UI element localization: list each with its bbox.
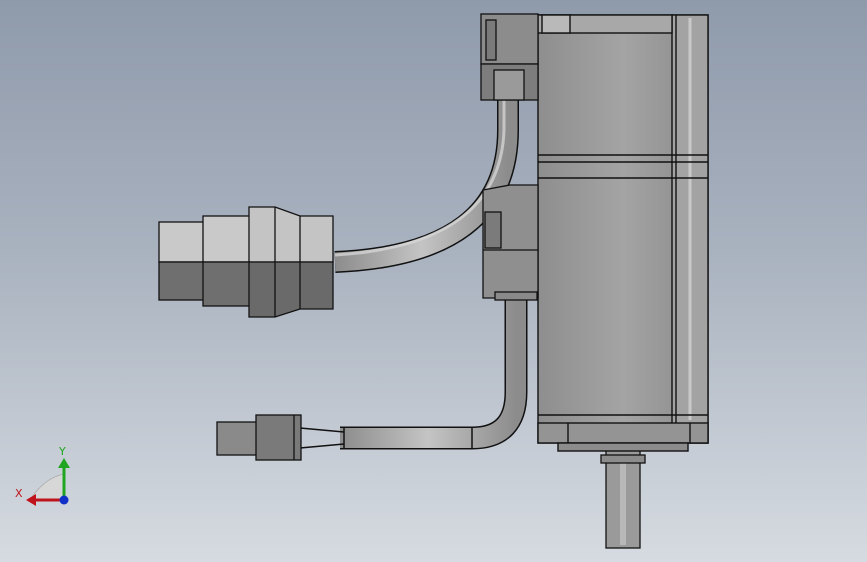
- motor-shaft: [600, 444, 646, 549]
- z-axis-dot: [59, 495, 69, 505]
- encoder-connector-plug: [216, 414, 302, 461]
- servo-motor-model[interactable]: Y X: [0, 0, 867, 562]
- y-axis-arrowhead: [58, 458, 70, 468]
- y-axis-label: Y: [58, 445, 66, 458]
- x-axis-label: X: [15, 487, 23, 500]
- power-connector-plug: [158, 206, 334, 318]
- top-connector-housing: [480, 13, 539, 101]
- x-axis-arrowhead: [26, 494, 36, 506]
- encoder-cable: [299, 296, 528, 450]
- axis-triad: Y X: [15, 445, 70, 506]
- cad-viewport[interactable]: Y X: [0, 0, 867, 562]
- encoder-connector-housing: [482, 184, 539, 301]
- power-cable: [334, 78, 519, 273]
- motor-body: [537, 14, 709, 452]
